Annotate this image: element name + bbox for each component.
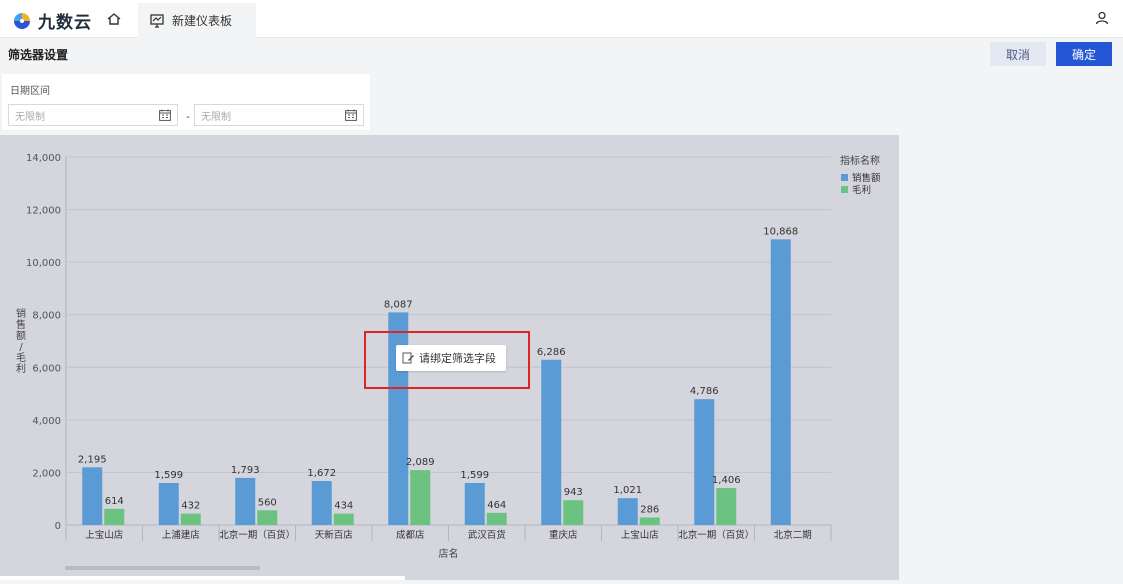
legend-entry: 销售额 xyxy=(852,172,881,184)
data-label: 614 xyxy=(105,496,124,507)
legend-entry: 毛利 xyxy=(852,184,871,196)
end-date-placeholder: 无限制 xyxy=(201,111,231,123)
x-tick-label: 上浦建店 xyxy=(162,529,200,541)
dashboard-icon xyxy=(150,13,164,28)
data-label: 1,793 xyxy=(231,465,260,476)
bar-sales xyxy=(541,359,562,525)
y-tick-label: 14,000 xyxy=(26,153,61,164)
bar-sales xyxy=(235,477,256,525)
data-label: 8,087 xyxy=(384,299,413,310)
y-tick-label: 2,000 xyxy=(32,468,61,479)
data-label: 10,868 xyxy=(763,226,798,237)
data-label: 432 xyxy=(181,501,200,512)
bar-gross-profit xyxy=(639,517,660,525)
data-label: 2,089 xyxy=(406,457,435,468)
filter-settings-title: 筛选器设置 xyxy=(8,48,69,62)
bar-gross-profit xyxy=(180,513,201,525)
bar-gross-profit xyxy=(410,470,431,525)
y-tick-label: 12,000 xyxy=(26,206,61,217)
bar-gross-profit xyxy=(563,500,584,525)
legend-swatch xyxy=(841,174,848,181)
horizontal-scrollbar[interactable] xyxy=(65,566,260,570)
calendar-icon[interactable] xyxy=(345,109,357,121)
bar-sales xyxy=(464,482,485,525)
data-label: 464 xyxy=(487,500,506,511)
date-range-filter: 日期区间 无限制 - 无限制 xyxy=(2,74,370,130)
top-bar: 九数云 新建仪表板 xyxy=(0,0,1123,38)
data-label: 560 xyxy=(258,497,277,508)
x-tick-label: 北京一期（百货） xyxy=(678,529,754,541)
x-tick-label: 成都店 xyxy=(396,529,425,541)
bar-sales xyxy=(770,239,791,526)
filter-settings-header: 筛选器设置 xyxy=(0,38,1123,70)
app-logo[interactable]: 九数云 xyxy=(12,8,92,33)
y-tick-label: 6,000 xyxy=(32,363,61,374)
bar-gross-profit xyxy=(716,488,737,525)
calendar-icon[interactable] xyxy=(159,109,171,121)
bar-sales xyxy=(158,482,179,525)
start-date-input[interactable]: 无限制 xyxy=(8,104,178,126)
legend-title: 指标名称 xyxy=(840,154,880,167)
y-tick-label: 4,000 xyxy=(32,416,61,427)
x-tick-label: 北京一期（百货） xyxy=(219,529,295,541)
y-axis-label: 售 xyxy=(16,318,26,331)
y-axis-label: 额 xyxy=(16,329,26,342)
x-tick-label: 武汉百货 xyxy=(468,529,506,541)
tab-new-dashboard[interactable]: 新建仪表板 xyxy=(138,3,256,38)
x-tick-label: 重庆店 xyxy=(549,529,578,541)
home-icon[interactable] xyxy=(106,11,122,27)
data-label: 1,672 xyxy=(307,468,336,479)
bar-sales xyxy=(311,481,332,525)
y-axis-label: / xyxy=(19,342,23,353)
app-name: 九数云 xyxy=(38,13,92,33)
data-label: 943 xyxy=(564,487,583,498)
tab-label: 新建仪表板 xyxy=(172,14,233,28)
data-label: 6,286 xyxy=(537,347,566,358)
legend-swatch xyxy=(841,186,848,193)
data-label: 1,406 xyxy=(712,475,741,486)
bar-sales xyxy=(82,467,103,525)
x-axis-label: 店名 xyxy=(439,547,459,560)
data-label: 1,599 xyxy=(460,470,489,481)
data-label: 434 xyxy=(334,501,353,512)
data-label: 286 xyxy=(640,504,659,515)
cancel-button[interactable]: 取消 xyxy=(990,42,1046,66)
data-label: 4,786 xyxy=(690,386,719,397)
bar-gross-profit xyxy=(104,508,125,525)
y-axis-label: 销 xyxy=(16,307,26,320)
bar-gross-profit xyxy=(257,510,278,525)
x-tick-label: 上宝山店 xyxy=(621,529,659,541)
bar-gross-profit xyxy=(333,513,354,525)
bar-gross-profit xyxy=(486,512,507,525)
data-label: 2,195 xyxy=(78,454,107,465)
start-date-placeholder: 无限制 xyxy=(15,111,45,123)
date-separator: - xyxy=(186,110,190,123)
logo-icon xyxy=(14,12,30,29)
highlight-box xyxy=(364,331,530,389)
user-icon[interactable] xyxy=(1095,11,1109,25)
x-tick-label: 天新百店 xyxy=(315,529,353,541)
bar-sales xyxy=(617,498,638,525)
y-axis-label: 利 xyxy=(16,363,26,375)
bar-sales xyxy=(694,399,715,525)
y-tick-label: 0 xyxy=(55,521,61,532)
y-axis-label: 毛 xyxy=(16,352,26,364)
end-date-input[interactable]: 无限制 xyxy=(194,104,364,126)
y-tick-label: 8,000 xyxy=(32,311,61,322)
data-label: 1,021 xyxy=(613,485,642,496)
y-tick-label: 10,000 xyxy=(26,258,61,269)
date-range-label: 日期区间 xyxy=(10,86,50,97)
bottom-strip xyxy=(0,576,405,580)
confirm-button[interactable]: 确定 xyxy=(1056,42,1112,66)
x-tick-label: 北京二期 xyxy=(774,529,812,541)
data-label: 1,599 xyxy=(154,470,183,481)
x-tick-label: 上宝山店 xyxy=(85,529,123,541)
